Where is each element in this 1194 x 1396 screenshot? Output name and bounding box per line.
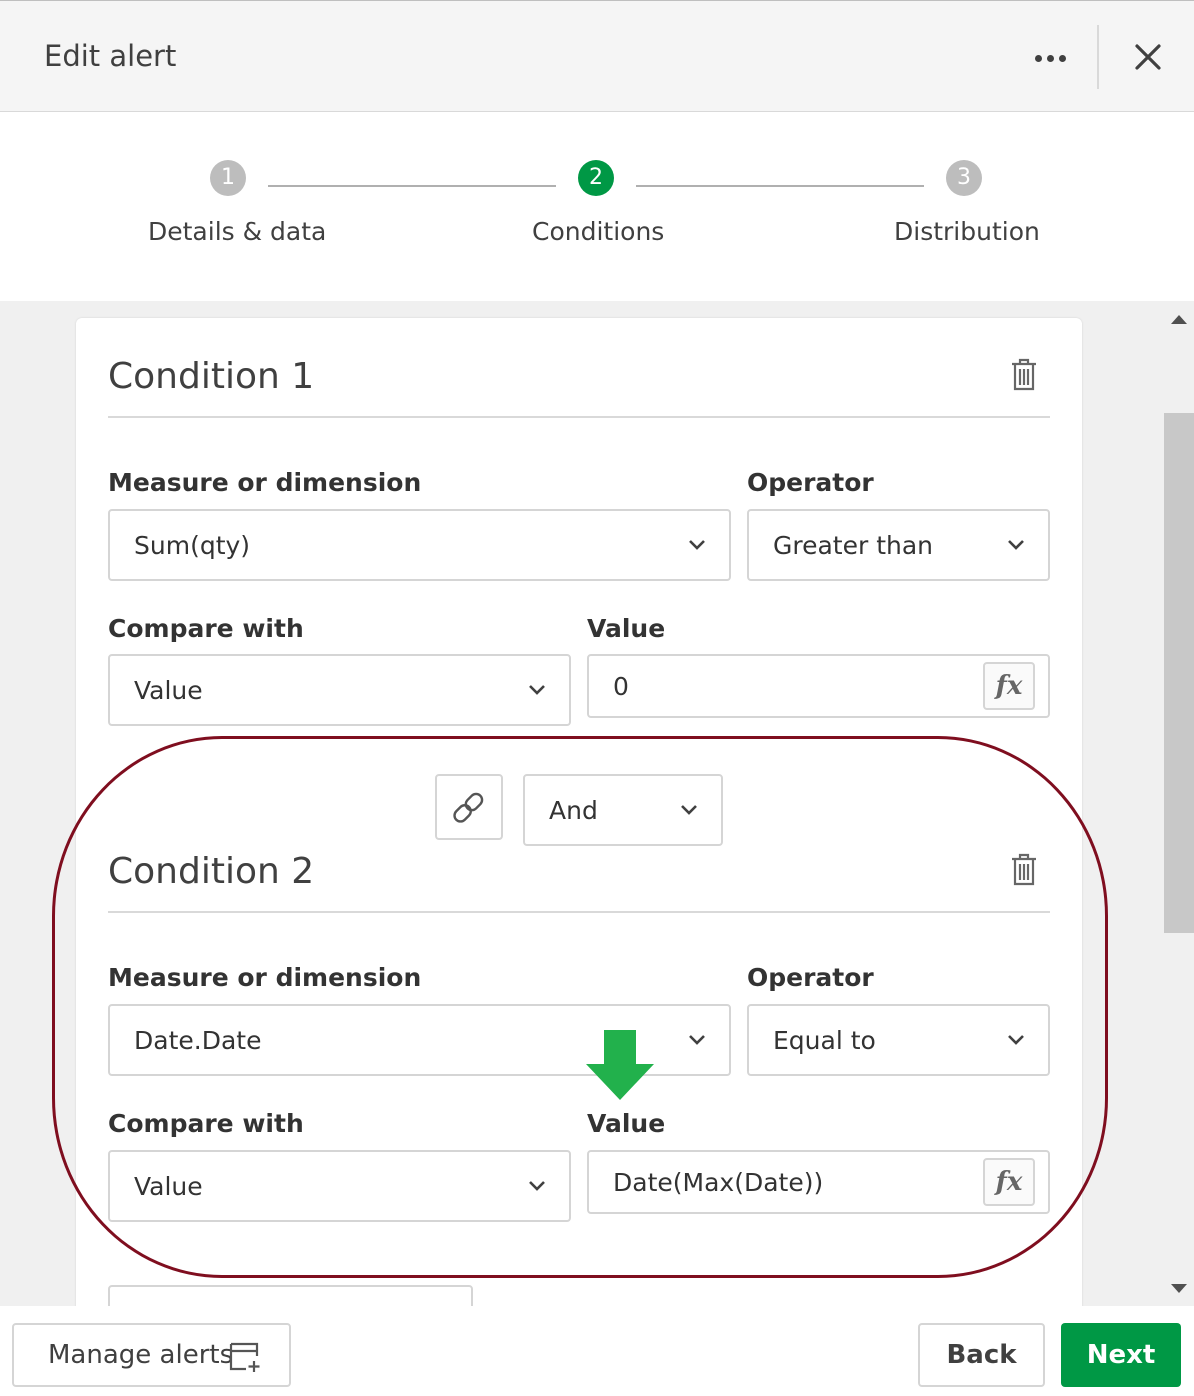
down-arrow-annotation-icon [586, 1030, 654, 1100]
value-input-text: 0 [613, 672, 629, 701]
step-3-label[interactable]: Distribution [894, 217, 1040, 246]
compare-with-label: Compare with [108, 1109, 304, 1138]
value-label: Value [587, 1109, 666, 1138]
link-icon [453, 792, 484, 823]
operator-label: Operator [747, 963, 874, 992]
step-2-label[interactable]: Conditions [532, 217, 664, 246]
value-input[interactable]: Date(Max(Date)) fx [587, 1150, 1050, 1214]
step-1-circle[interactable]: 1 [210, 160, 246, 196]
logic-operator-select[interactable]: And [523, 774, 723, 846]
manage-alerts-button[interactable]: Manage alerts [12, 1323, 291, 1387]
delete-condition-2-icon[interactable] [1010, 853, 1038, 887]
delete-condition-1-icon[interactable] [1010, 358, 1038, 392]
value-input-text: Date(Max(Date)) [613, 1168, 824, 1197]
chevron-down-icon [1008, 540, 1024, 550]
compare-with-value: Value [134, 676, 203, 705]
operator-select[interactable]: Greater than [747, 509, 1050, 581]
chevron-down-icon [1008, 1035, 1024, 1045]
compare-with-select[interactable]: Value [108, 654, 571, 726]
expression-editor-button[interactable]: fx [983, 662, 1035, 710]
expression-editor-button[interactable]: fx [983, 1158, 1035, 1206]
wizard-stepper: 1 2 3 Details & data Conditions Distribu… [0, 113, 1194, 301]
compare-with-value: Value [134, 1172, 203, 1201]
close-icon[interactable] [1128, 37, 1168, 77]
condition-2-title: Condition 2 [108, 851, 315, 892]
compare-with-select[interactable]: Value [108, 1150, 571, 1222]
measure-value: Sum(qty) [134, 531, 251, 560]
measure-select[interactable]: Sum(qty) [108, 509, 731, 581]
condition-1-divider [108, 416, 1050, 418]
value-input[interactable]: 0 fx [587, 654, 1050, 718]
step-3-circle[interactable]: 3 [946, 160, 982, 196]
conditions-card: Condition 1 Measure or dimension Sum(qty… [76, 318, 1082, 1306]
manage-alerts-icon [229, 1342, 260, 1372]
step-1-label[interactable]: Details & data [148, 217, 326, 246]
scroll-down-arrow-icon[interactable] [1170, 1283, 1188, 1295]
manage-alerts-label: Manage alerts [48, 1340, 234, 1370]
chevron-down-icon [681, 805, 697, 815]
value-label: Value [587, 614, 666, 643]
conditions-scroll-area[interactable]: Condition 1 Measure or dimension Sum(qty… [0, 301, 1194, 1306]
operator-label: Operator [747, 468, 874, 497]
scrollbar-thumb[interactable] [1164, 413, 1194, 933]
link-conditions-button[interactable] [435, 774, 503, 840]
operator-select[interactable]: Equal to [747, 1004, 1050, 1076]
scroll-up-arrow-icon[interactable] [1170, 313, 1188, 325]
dialog-header: Edit alert [0, 0, 1194, 112]
step-connector-1 [268, 185, 556, 187]
condition-1-title: Condition 1 [108, 356, 315, 397]
back-button[interactable]: Back [918, 1323, 1045, 1387]
step-connector-2 [636, 185, 924, 187]
dialog-footer: Manage alerts Back Next [0, 1306, 1194, 1396]
logic-operator-value: And [549, 796, 598, 825]
chevron-down-icon [689, 540, 705, 550]
more-options-icon[interactable] [1026, 37, 1074, 77]
operator-value: Equal to [773, 1026, 876, 1055]
next-button[interactable]: Next [1061, 1323, 1181, 1387]
chevron-down-icon [529, 685, 545, 695]
header-divider [1097, 25, 1099, 89]
step-2-circle[interactable]: 2 [578, 160, 614, 196]
operator-value: Greater than [773, 531, 934, 560]
add-condition-button[interactable] [108, 1285, 473, 1306]
chevron-down-icon [689, 1035, 705, 1045]
chevron-down-icon [529, 1181, 545, 1191]
measure-label: Measure or dimension [108, 963, 422, 992]
dialog-title: Edit alert [44, 39, 177, 73]
measure-label: Measure or dimension [108, 468, 422, 497]
measure-value: Date.Date [134, 1026, 262, 1055]
condition-2-divider [108, 911, 1050, 913]
compare-with-label: Compare with [108, 614, 304, 643]
